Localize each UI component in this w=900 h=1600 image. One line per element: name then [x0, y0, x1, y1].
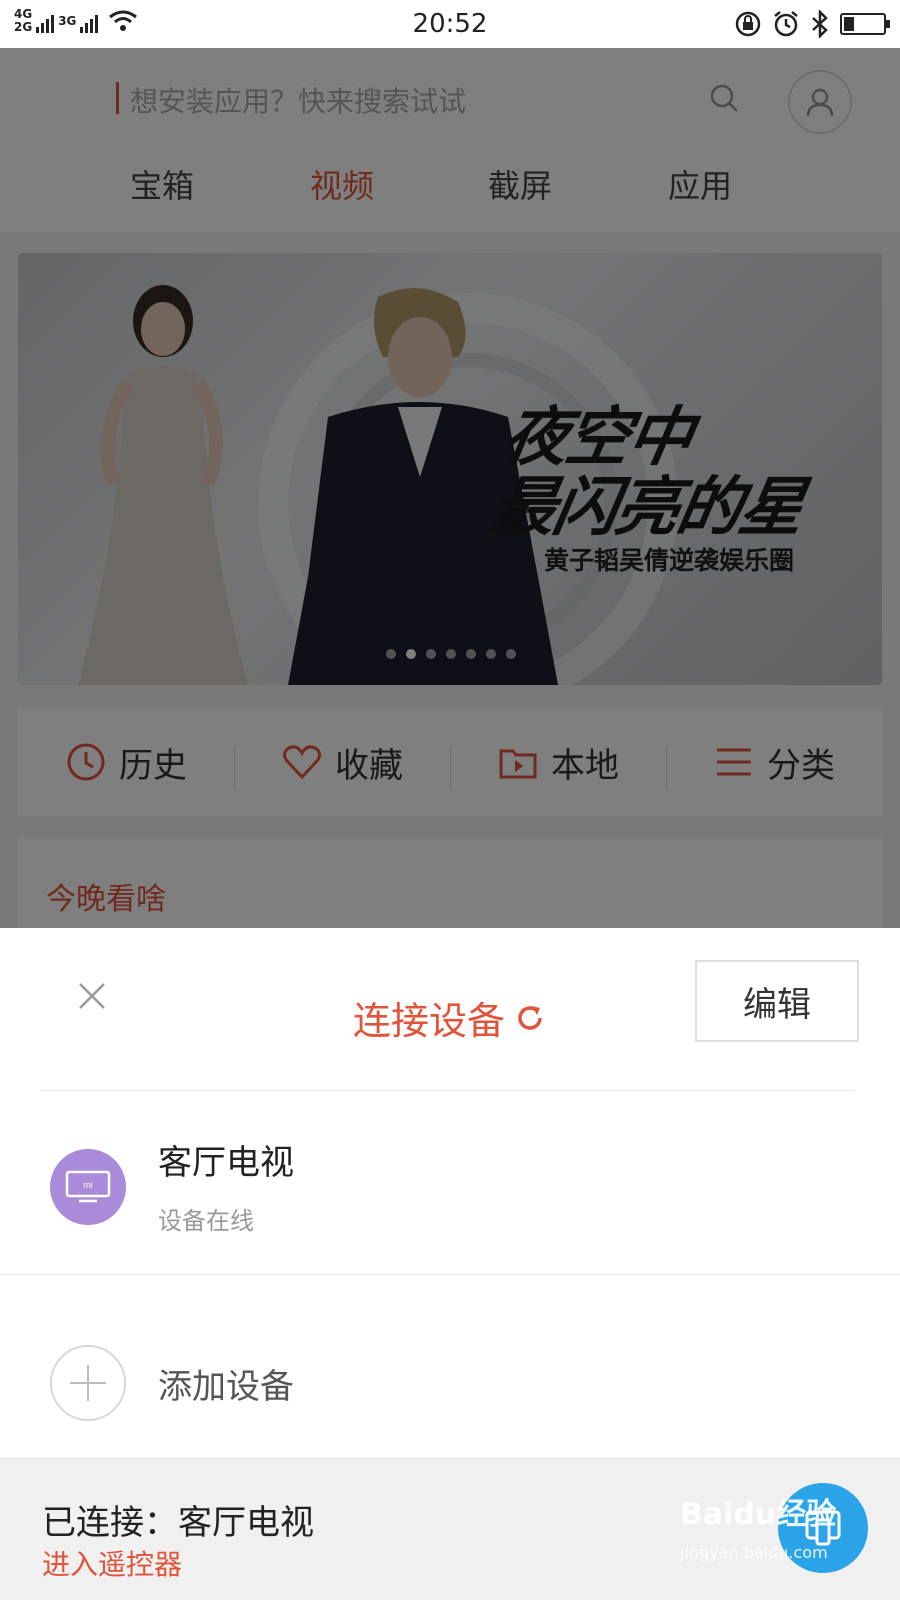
watermark-main: Baidu经验 — [680, 1497, 837, 1532]
refresh-icon[interactable] — [513, 1001, 547, 1035]
alarm-icon — [774, 11, 798, 37]
edit-button[interactable]: 编辑 — [695, 960, 859, 1042]
watermark-sub: jingyan.baidu.com — [680, 1543, 828, 1562]
sheet-title-text: 连接设备 — [352, 999, 505, 1043]
tv-logo-text: mi — [83, 1180, 93, 1190]
add-device-row[interactable]: 添加设备 — [0, 1275, 900, 1455]
connect-device-sheet: 连接设备 编辑 mi 客厅电视 设备在线 添加设备 已连接：客厅电视 进入遥控器 — [0, 928, 900, 1600]
battery-level — [844, 17, 854, 31]
connection-status-bar: 已连接：客厅电视 进入遥控器 Baidu经验 jingyan.baidu.com — [0, 1458, 900, 1600]
status-right-icons — [734, 10, 890, 38]
enter-remote-link[interactable]: 进入遥控器 — [42, 1543, 182, 1583]
tv-device-avatar: mi — [50, 1149, 126, 1225]
modal-overlay[interactable] — [0, 48, 900, 928]
bluetooth-icon — [812, 10, 828, 38]
rotation-lock-icon — [735, 11, 761, 37]
add-device-circle — [50, 1345, 126, 1421]
device-item-living-room-tv[interactable]: mi 客厅电视 设备在线 — [0, 1091, 900, 1273]
tv-icon: mi — [65, 1170, 111, 1203]
plus-icon — [70, 1365, 106, 1401]
device-name: 客厅电视 — [158, 1143, 294, 1183]
baidu-watermark: Baidu经验 jingyan.baidu.com — [680, 1489, 880, 1589]
status-bar: 4G 2G 3G 20:52 — [0, 0, 900, 48]
device-status: 设备在线 — [158, 1207, 254, 1235]
add-device-label: 添加设备 — [158, 1367, 294, 1407]
battery-icon — [840, 13, 890, 35]
connected-status-text: 已连接：客厅电视 — [42, 1503, 314, 1543]
